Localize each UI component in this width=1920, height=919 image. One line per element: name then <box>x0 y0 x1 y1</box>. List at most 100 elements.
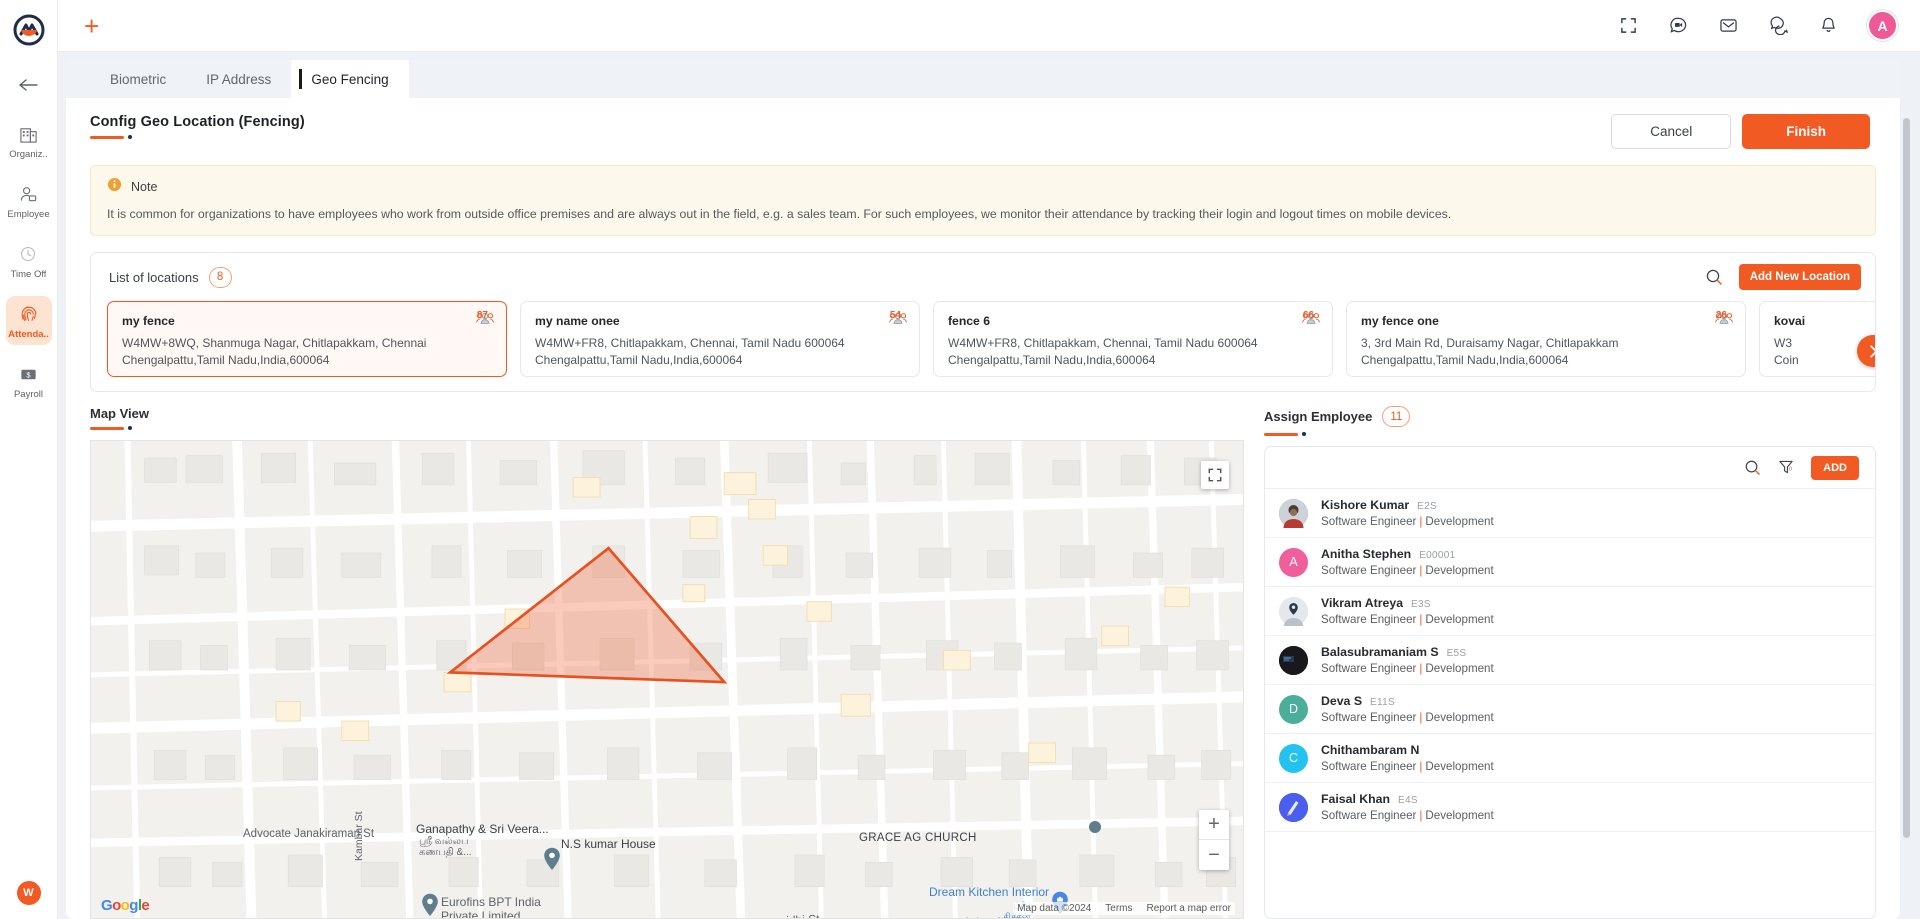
location-card[interactable]: kovai W3 Coin <box>1759 301 1875 377</box>
video-chat-icon[interactable] <box>1667 15 1689 37</box>
app-logo[interactable] <box>9 10 49 50</box>
zoom-in-button[interactable]: + <box>1199 810 1229 840</box>
collapse-nav-button[interactable] <box>12 70 46 100</box>
filter-icon[interactable]: 0 <box>1778 459 1794 476</box>
mail-icon[interactable] <box>1717 15 1739 37</box>
employee-text: Vikram Atreya E3S Software Engineer | Deve… <box>1321 596 1494 626</box>
top-bar: + A <box>58 0 1920 52</box>
map-terms-link[interactable]: Terms <box>1105 903 1132 914</box>
locations-header: List of locations 8 Add New Location <box>91 264 1875 290</box>
map-label: GRACE AG CHURCH <box>859 832 977 844</box>
list-item[interactable]: C Chithambaram N Software Engineer | Devel… <box>1265 734 1875 783</box>
svg-text:0: 0 <box>1789 466 1792 472</box>
map-report-error-link[interactable]: Report a map error <box>1147 903 1231 914</box>
employee-name: Vikram Atreya <box>1321 596 1404 610</box>
role-text: Software Engineer <box>1321 515 1417 528</box>
employee-role: Software Engineer | Development <box>1321 809 1494 822</box>
location-address-line2: Chengalpattu,Tamil Nadu,India,600064 <box>948 352 1156 367</box>
page-title: Config Geo Location (Fencing) <box>90 114 305 130</box>
page-scrollbar[interactable] <box>1900 60 1912 919</box>
list-item[interactable]: Faisal Khan E4S Software Engineer | Develo… <box>1265 783 1875 832</box>
underline-bar <box>90 135 124 139</box>
map-view-header: Map View <box>90 406 1244 430</box>
rail-item-list: Organiz.. Employee Time Off Attenda.. $ … <box>0 116 57 416</box>
finish-button[interactable]: Finish <box>1742 114 1870 149</box>
search-icon[interactable] <box>1705 268 1723 286</box>
count-value: 26 <box>1715 310 1727 321</box>
fullscreen-icon <box>1208 468 1222 482</box>
assign-title-row: Assign Employee 11 <box>1264 406 1411 427</box>
avatar <box>1279 792 1308 822</box>
user-avatar[interactable]: A <box>1867 10 1898 41</box>
add-employee-button[interactable]: ADD <box>1811 455 1859 480</box>
employee-name: Balasubramaniam S <box>1321 645 1439 659</box>
avatar <box>1279 596 1308 626</box>
zoom-out-button[interactable]: − <box>1199 840 1229 870</box>
sidebar-item-payroll[interactable]: $ Payroll <box>6 356 52 405</box>
cancel-button[interactable]: Cancel <box>1611 114 1732 149</box>
chat-icon[interactable] <box>1767 15 1789 37</box>
info-icon <box>107 177 122 197</box>
map-label: Private Limited <box>441 909 521 919</box>
top-icon-group: A <box>1617 10 1898 41</box>
employee-name: Deva S <box>1321 694 1363 708</box>
add-new-button[interactable]: + <box>84 13 99 39</box>
page-title-wrap: Config Geo Location (Fencing) <box>90 114 305 139</box>
map-marker-poi[interactable] <box>1088 820 1102 834</box>
tab-geo-fencing[interactable]: Geo Fencing <box>291 60 409 98</box>
search-icon[interactable] <box>1744 459 1761 476</box>
underline-bar <box>90 426 124 430</box>
map-title-wrap: Map View <box>90 406 149 430</box>
sidebar-item-organization[interactable]: Organiz.. <box>6 116 52 165</box>
location-card[interactable]: my name onee W4MW+FR8, Chitlapakkam, Che… <box>520 301 920 377</box>
bell-icon[interactable] <box>1817 15 1839 37</box>
employee-name-row: Deva S E11S <box>1321 694 1494 708</box>
fullscreen-icon[interactable] <box>1617 15 1639 37</box>
sidebar-item-employee[interactable]: Employee <box>6 176 52 225</box>
sidebar-item-attendance[interactable]: Attenda.. <box>5 296 52 345</box>
add-new-location-button[interactable]: Add New Location <box>1738 264 1861 290</box>
tab-ip-address[interactable]: IP Address <box>186 60 291 98</box>
employee-list: Kishore Kumar E2S Software Engineer | Deve… <box>1265 489 1875 918</box>
location-card[interactable]: fence 6 W4MW+FR8, Chitlapakkam, Chennai,… <box>933 301 1333 377</box>
employee-text: Anitha Stephen E00001 Software Engineer |… <box>1321 547 1494 577</box>
sidebar-item-time-off[interactable]: Time Off <box>6 236 52 285</box>
list-item[interactable]: Kishore Kumar E2S Software Engineer | Deve… <box>1265 489 1875 538</box>
map-label: Eurofins BPT India <box>441 895 541 909</box>
employee-role: Software Engineer | Development <box>1321 515 1494 528</box>
employee-id: E4S <box>1398 795 1418 806</box>
list-item[interactable]: A Anitha Stephen E00001 Software Enginee… <box>1265 538 1875 587</box>
location-employee-count: 87 <box>465 310 494 330</box>
map-attribution: Map data ©2024 Terms Report a map error <box>1013 902 1235 915</box>
employee-text: Deva S E11S Software Engineer | Developmen… <box>1321 694 1494 724</box>
employee-role: Software Engineer | Development <box>1321 711 1494 724</box>
title-underline <box>90 135 305 139</box>
location-cards-strip: my fence W4MW+8WQ, Shanmuga Nagar, Chitl… <box>91 301 1875 377</box>
note-title: Note <box>131 180 158 194</box>
employee-name: Anitha Stephen <box>1321 547 1412 561</box>
note-banner: Note It is common for organizations to h… <box>90 165 1876 236</box>
employee-text: Balasubramaniam S E5S Software Engineer |… <box>1321 645 1494 675</box>
employee-text: Kishore Kumar E2S Software Engineer | Deve… <box>1321 498 1494 528</box>
map-fullscreen-button[interactable] <box>1201 461 1229 489</box>
tab-biometric[interactable]: Biometric <box>90 60 186 98</box>
list-item[interactable]: D Deva S E11S Software Engineer | Developm… <box>1265 685 1875 734</box>
map-pin-ns-kumar-house[interactable] <box>543 847 561 871</box>
employee-id: E3S <box>1411 599 1431 610</box>
location-card[interactable]: my fence one 3, 3rd Main Rd, Duraisamy N… <box>1346 301 1746 377</box>
employee-role: Software Engineer | Development <box>1321 613 1494 626</box>
role-text: Software Engineer <box>1321 613 1417 626</box>
rail-bottom-avatar[interactable]: W <box>16 881 41 905</box>
list-item[interactable]: Balasubramaniam S E5S Software Engineer |… <box>1265 636 1875 685</box>
tab-bar: Biometric IP Address Geo Fencing <box>66 60 1900 98</box>
list-item[interactable]: Vikram Atreya E3S Software Engineer | Deve… <box>1265 587 1875 636</box>
locations-title: List of locations <box>109 269 199 285</box>
scrollbar-thumb[interactable] <box>1903 118 1910 838</box>
location-card[interactable]: my fence W4MW+8WQ, Shanmuga Nagar, Chitl… <box>107 301 507 377</box>
map-pin-eurofins[interactable] <box>421 893 439 917</box>
role-text: Software Engineer <box>1321 711 1417 724</box>
map-data-text: Map data ©2024 <box>1017 903 1092 914</box>
employee-id: E5S <box>1446 648 1467 659</box>
underline-dot <box>128 135 132 139</box>
map-canvas[interactable]: Ganapathy & Sri Veera... ஶ்ரீ வல்லப கணபத… <box>90 440 1244 919</box>
